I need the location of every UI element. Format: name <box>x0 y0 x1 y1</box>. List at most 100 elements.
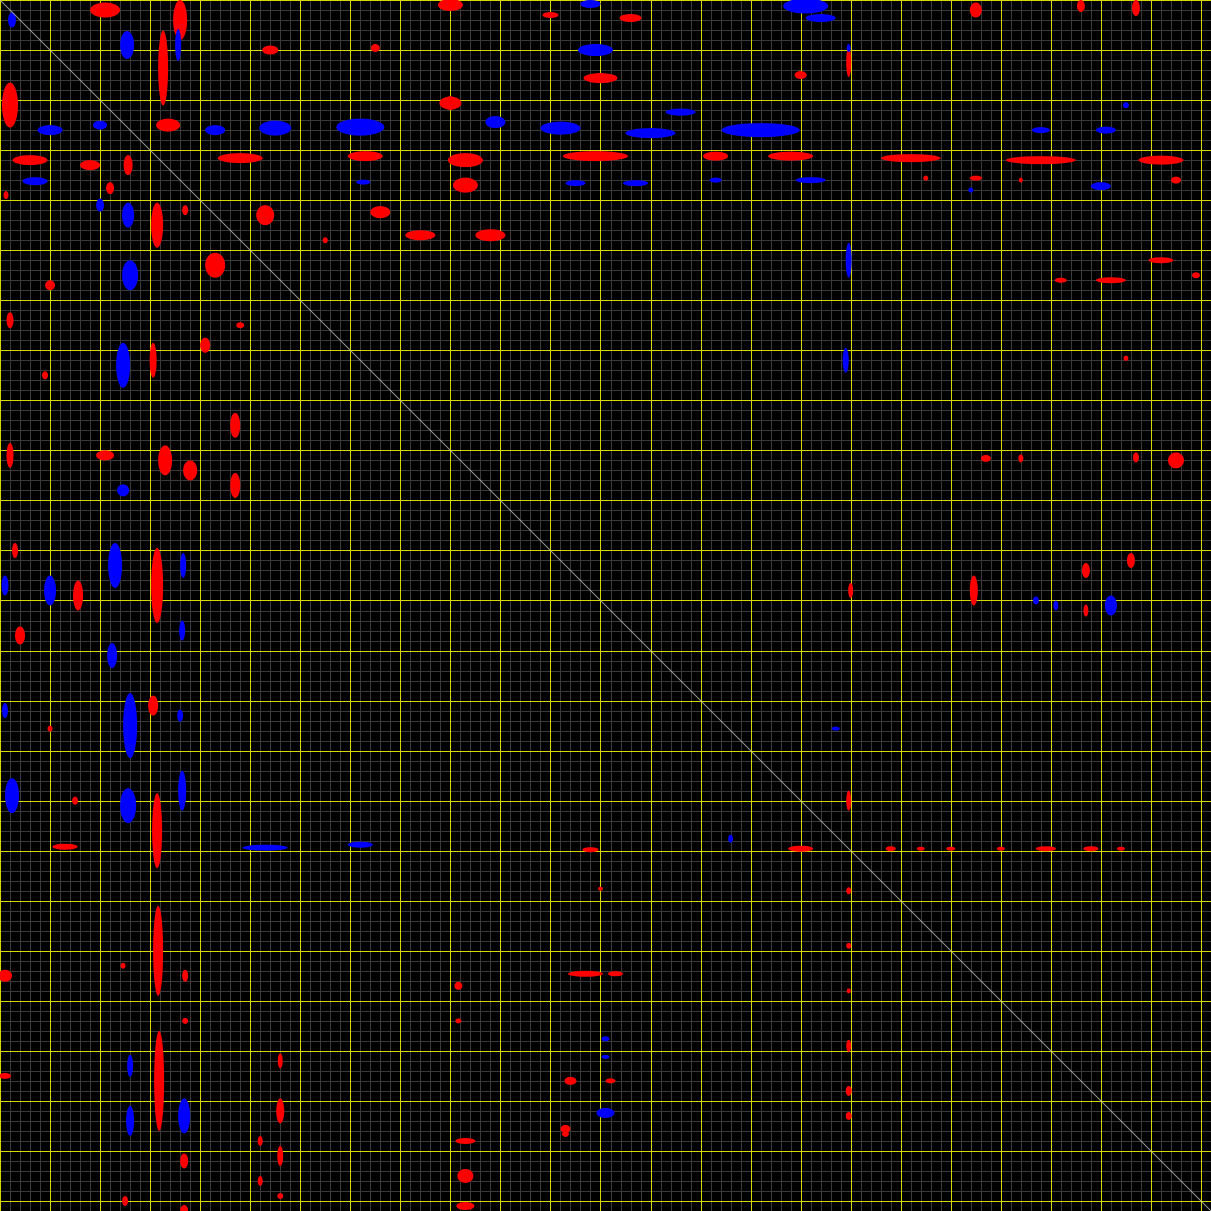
positive-peak <box>217 153 263 164</box>
positive-peak <box>347 151 383 162</box>
positive-peak <box>370 206 391 219</box>
negative-peak <box>242 844 288 851</box>
positive-peak <box>180 1153 189 1169</box>
negative-peak <box>93 120 108 130</box>
positive-peak <box>561 1130 569 1137</box>
positive-peak <box>158 445 173 476</box>
positive-peak <box>845 1111 852 1120</box>
negative-peak <box>540 121 581 135</box>
positive-peak <box>1131 0 1140 17</box>
positive-peak <box>256 205 275 226</box>
positive-peak <box>277 1192 284 1199</box>
positive-peak <box>846 887 852 895</box>
positive-peak <box>768 151 814 161</box>
positive-peak <box>846 988 851 994</box>
negative-peak <box>1104 595 1117 616</box>
positive-peak <box>846 790 852 811</box>
positive-peak <box>1076 0 1085 13</box>
positive-peak <box>276 1098 285 1124</box>
positive-peak <box>1132 452 1139 463</box>
positive-peak <box>567 970 603 977</box>
positive-peak <box>156 118 181 132</box>
negative-peak <box>665 108 696 116</box>
negative-peak <box>356 179 371 185</box>
positive-peak <box>73 580 84 611</box>
positive-peak <box>457 1168 474 1183</box>
positive-peak <box>277 1053 283 1069</box>
negative-peak <box>580 0 601 9</box>
positive-peak <box>45 280 56 291</box>
positive-peak <box>583 73 618 84</box>
negative-peak <box>1095 126 1116 134</box>
positive-peak <box>1138 155 1184 165</box>
positive-peak <box>703 151 729 161</box>
negative-peak <box>123 693 138 759</box>
negative-peak <box>22 177 48 186</box>
negative-peak <box>108 542 123 588</box>
negative-peak <box>728 834 734 843</box>
positive-peak <box>90 2 121 18</box>
positive-peak <box>1095 277 1126 284</box>
positive-peak <box>236 322 245 329</box>
positive-peak <box>969 2 982 18</box>
negative-peak <box>709 177 722 183</box>
negative-peak <box>831 726 840 731</box>
negative-peak <box>577 44 614 57</box>
positive-peak <box>322 237 328 244</box>
positive-peak <box>542 12 559 19</box>
positive-peak <box>262 45 279 55</box>
positive-peak <box>1170 176 1181 184</box>
positive-peak <box>6 312 14 329</box>
negative-peak <box>205 125 226 136</box>
positive-peak <box>183 460 198 481</box>
negative-peak <box>1 575 9 596</box>
positive-peak <box>277 1145 284 1166</box>
negative-peak <box>117 484 130 497</box>
positive-peak <box>980 454 991 462</box>
negative-peak <box>5 778 20 814</box>
positive-peak <box>845 1085 852 1096</box>
positive-peak <box>182 969 189 982</box>
positive-peak <box>123 155 133 176</box>
positive-peak <box>916 846 925 851</box>
negative-peak <box>177 709 184 722</box>
negative-peak <box>336 118 385 136</box>
negative-peak <box>1031 127 1050 134</box>
negative-peak <box>37 125 63 136</box>
positive-peak <box>182 1017 189 1024</box>
positive-peak <box>1148 257 1174 264</box>
positive-peak <box>885 846 896 852</box>
positive-peak <box>454 981 463 990</box>
positive-peak <box>846 942 852 949</box>
positive-peak <box>230 472 241 498</box>
positive-peak <box>405 230 436 241</box>
negative-peak <box>1053 600 1059 611</box>
negative-peak <box>122 202 135 228</box>
negative-peak <box>601 1054 610 1059</box>
negative-peak <box>178 770 187 811</box>
heatmap-svg <box>0 0 1211 1211</box>
negative-peak <box>175 29 182 62</box>
positive-peak <box>106 182 115 195</box>
positive-peak <box>582 847 599 853</box>
negative-peak <box>596 1107 615 1118</box>
positive-peak <box>120 962 126 969</box>
negative-peak <box>1032 596 1039 605</box>
positive-peak <box>1083 604 1089 617</box>
positive-peak <box>923 175 929 181</box>
positive-peak <box>370 44 380 53</box>
positive-peak <box>608 971 624 977</box>
positive-peak <box>15 626 26 645</box>
negative-peak <box>178 1098 191 1134</box>
positive-peak <box>597 886 603 891</box>
positive-peak <box>12 155 48 166</box>
positive-peak <box>153 905 164 996</box>
negative-peak <box>127 1054 134 1077</box>
positive-peak <box>148 695 159 716</box>
positive-peak <box>1035 846 1056 852</box>
positive-peak <box>47 725 53 732</box>
positive-peak <box>846 1039 852 1052</box>
positive-peak <box>455 1137 476 1144</box>
positive-peak <box>72 796 79 805</box>
positive-peak <box>149 342 157 378</box>
